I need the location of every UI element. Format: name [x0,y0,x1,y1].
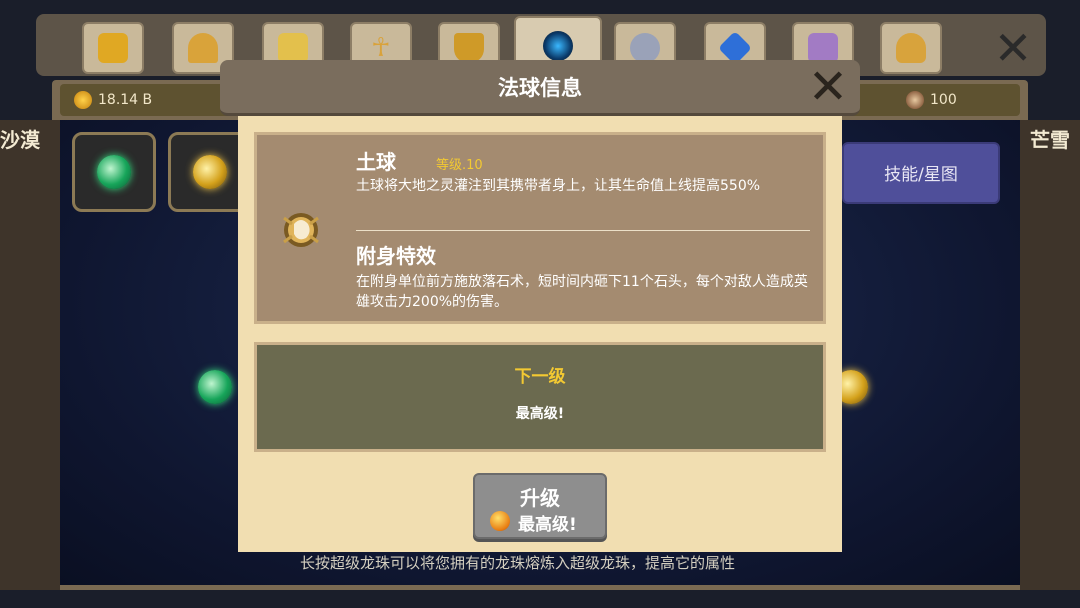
upgrade-label: 升级 [520,486,560,510]
trophy-icon [454,33,484,63]
tab-hero[interactable] [82,22,144,74]
gold-orb-icon [193,155,227,189]
orb-slot[interactable] [72,132,156,212]
modal-close-icon[interactable]: ✕ [802,62,854,112]
next-level-panel [254,342,826,452]
hero-icon [896,33,926,63]
armor-icon [630,33,660,63]
gold-counter: 18.14 B [74,88,152,112]
right-area-label: 芒雪 [1030,128,1070,152]
next-level-value: 最高级! [515,406,565,422]
ankh-icon: ☥ [371,33,391,63]
orb-icon [543,31,573,61]
next-level-title: 下一级 [514,367,566,387]
other-counter: 100 [906,88,957,112]
tab-friends[interactable] [880,22,942,74]
star-node-green[interactable] [198,370,232,404]
left-side-panel [0,120,60,590]
coin-icon [490,511,510,531]
dragon-head-icon [188,33,218,63]
crown-icon [278,33,308,63]
earth-orb-icon [283,213,319,247]
upgrade-cost: 最高级! [518,515,577,535]
divider [356,230,810,231]
helmet-icon [98,33,128,63]
other-value: 100 [930,92,957,108]
orb-description: 土球将大地之灵灌注到其携带者身上，让其生命值上线提高550% [356,178,761,194]
skill-star-map-button[interactable]: 技能/星图 [842,142,1000,204]
effect-description: 在附身单位前方施放落石术，短时间内砸下11个石头，每个对敌人造成英雄攻击力200… [356,274,808,310]
orb-level: 等级.10 [436,158,483,173]
gold-coin-icon [74,91,92,109]
hint-text: 长按超级龙珠可以将您拥有的龙珠熔炼入超级龙珠，提高它的属性 [300,554,736,572]
right-side-panel [1020,120,1080,590]
orb-name: 土球 [356,150,396,174]
modal-title: 法球信息 [498,76,582,100]
effect-title: 附身特效 [356,244,436,268]
gold-value: 18.14 B [98,92,153,108]
left-area-label: 沙漠 [0,128,40,152]
close-icon[interactable]: ✕ [988,24,1038,72]
resource-icon [906,91,924,109]
green-orb-icon [97,155,131,189]
